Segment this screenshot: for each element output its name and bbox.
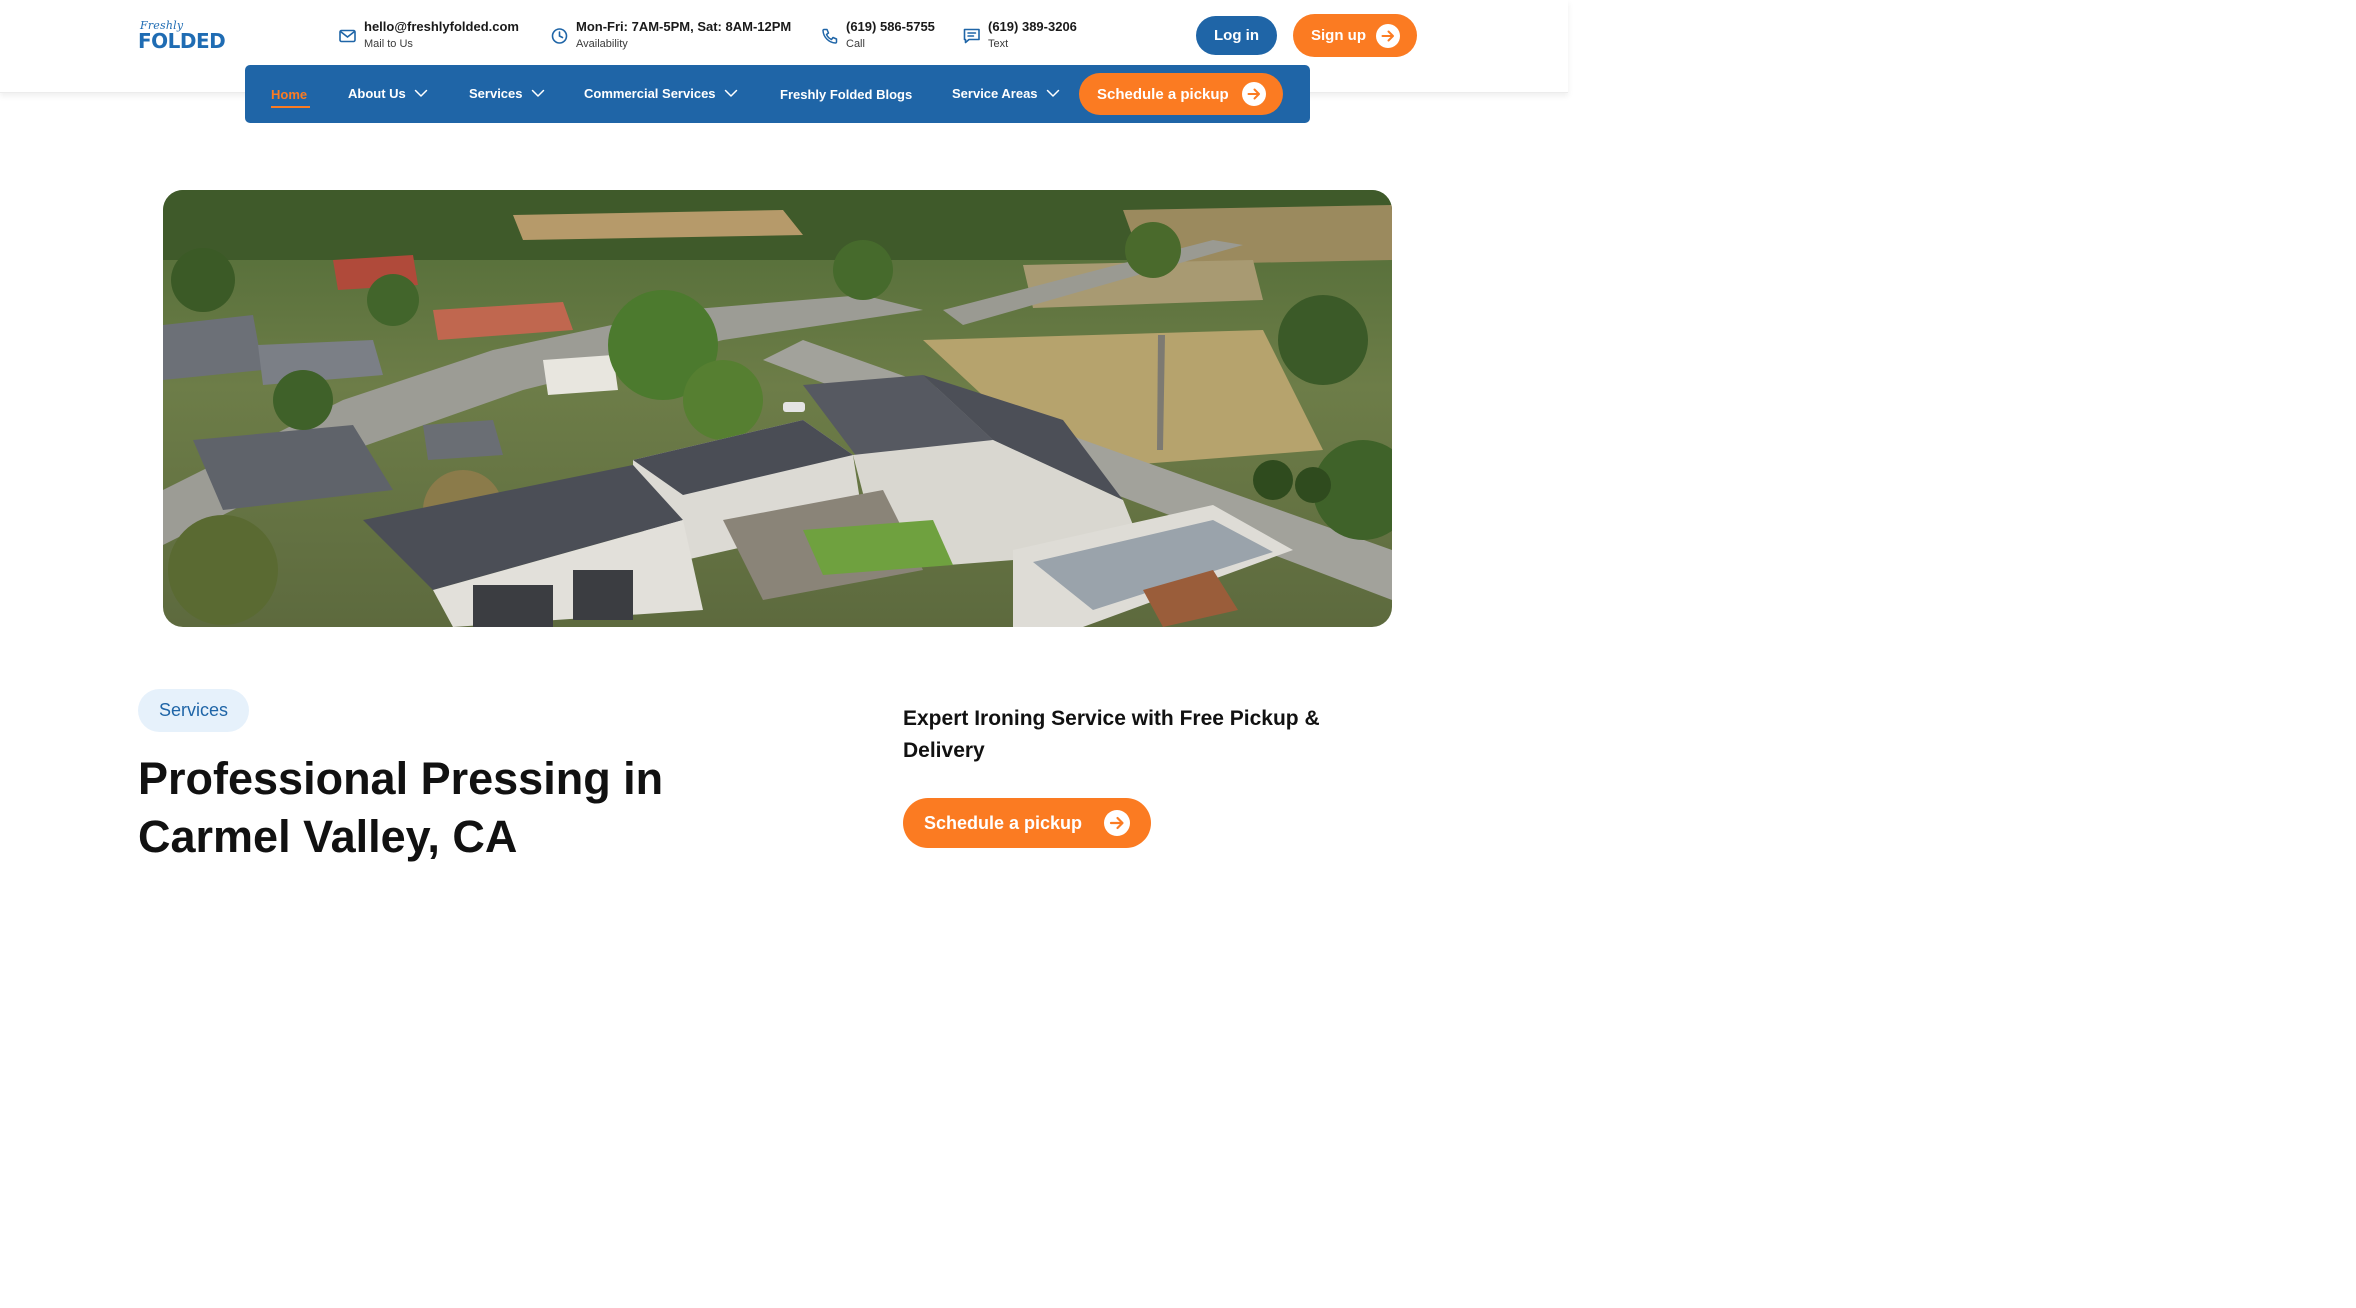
signup-button[interactable]: Sign up <box>1293 14 1417 57</box>
services-tag: Services <box>138 689 249 732</box>
text-label: Text <box>988 38 1009 50</box>
nav-item-service-areas[interactable]: Service Areas <box>952 86 1060 101</box>
nav-item-blogs[interactable]: Freshly Folded Blogs <box>780 87 912 102</box>
page-title: Professional Pressing in Carmel Valley, … <box>138 753 664 862</box>
main-navigation: Home About Us Services Commercial Servic… <box>245 65 1310 123</box>
arrow-right-icon <box>1242 82 1266 106</box>
call-phone-number: (619) 586-5755 <box>846 19 935 34</box>
nav-item-home[interactable]: Home <box>271 87 307 102</box>
arrow-right-icon <box>1376 24 1400 48</box>
availability-label: Availability <box>576 38 628 50</box>
schedule-pickup-button[interactable]: Schedule a pickup <box>903 798 1151 848</box>
hero-image <box>163 190 1392 627</box>
login-button[interactable]: Log in <box>1196 16 1277 55</box>
nav-schedule-pickup-label: Schedule a pickup <box>1097 85 1229 103</box>
nav-item-commercial-services[interactable]: Commercial Services <box>584 86 738 101</box>
nav-item-label: About Us <box>348 86 406 101</box>
chevron-down-icon <box>724 89 737 97</box>
chevron-down-icon <box>531 89 544 97</box>
nav-item-label: Commercial Services <box>584 86 716 101</box>
nav-item-label: Service Areas <box>952 86 1038 101</box>
mail-icon <box>339 29 356 43</box>
freshly-folded-logo[interactable]: Freshly FOLDED <box>138 19 226 53</box>
phone-icon <box>822 28 838 44</box>
chevron-down-icon <box>1046 89 1059 97</box>
text-phone-number: (619) 389-3206 <box>988 19 1077 34</box>
nav-item-services[interactable]: Services <box>469 86 545 101</box>
schedule-pickup-label: Schedule a pickup <box>924 812 1083 833</box>
call-label: Call <box>846 38 865 50</box>
nav-item-label: Services <box>469 86 523 101</box>
arrow-right-icon <box>1104 810 1130 836</box>
availability-hours: Mon-Fri: 7AM-5PM, Sat: 8AM-12PM <box>576 19 792 34</box>
nav-schedule-pickup-button[interactable]: Schedule a pickup <box>1079 73 1283 115</box>
clock-icon <box>551 28 568 44</box>
aerial-neighborhood-photo <box>163 190 1392 627</box>
logo-word-text: FOLDED <box>138 29 226 53</box>
chevron-down-icon <box>414 89 428 97</box>
contact-email-label: Mail to Us <box>364 38 413 50</box>
signup-button-label: Sign up <box>1311 27 1366 44</box>
page-subheading: Expert Ironing Service with Free Pickup … <box>903 707 1320 762</box>
nav-item-about-us[interactable]: About Us <box>348 86 428 101</box>
message-icon <box>963 28 980 44</box>
active-nav-underline <box>271 106 310 108</box>
contact-email-value: hello@freshlyfolded.com <box>364 19 519 34</box>
